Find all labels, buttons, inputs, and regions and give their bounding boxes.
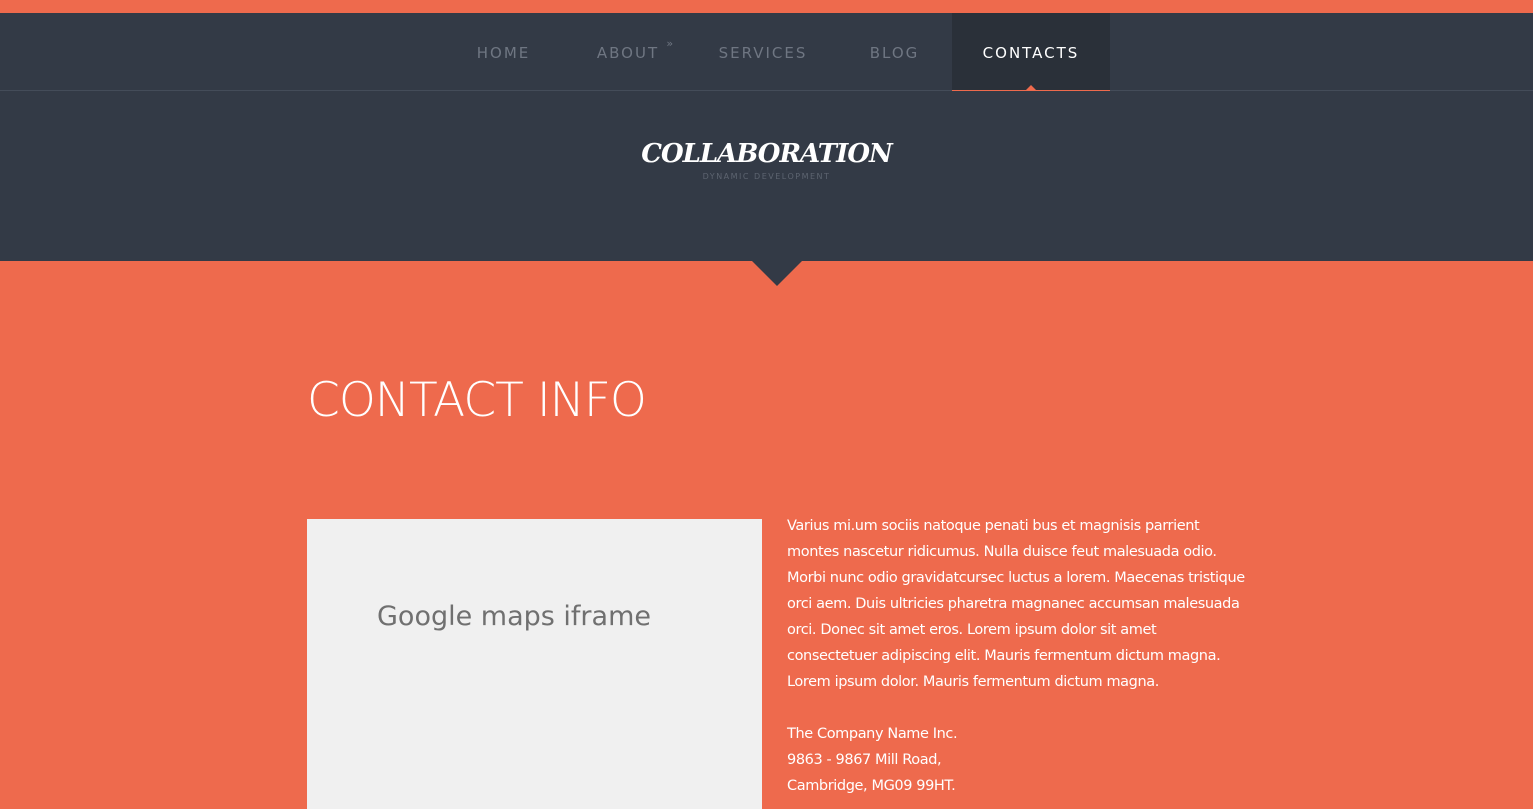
nav-item-label: HOME [476,44,531,62]
address-company: The Company Name Inc. [787,726,958,742]
map-placeholder-label: Google maps iframe [377,601,651,632]
address-city: Cambridge, MG09 99HT. [787,778,956,794]
nav-item-about[interactable]: ABOUT » [580,13,676,90]
nav-item-label: BLOG [869,44,920,62]
site-header: COLLABORATION DYNAMIC DEVELOPMENT [0,91,1533,261]
nav-item-label: CONTACTS [982,44,1080,62]
nav-item-contacts[interactable]: CONTACTS [952,13,1110,94]
main-navigation: HOME ABOUT » SERVICES BLOG CONTACTS [0,13,1533,94]
nav-item-blog[interactable]: BLOG [852,13,937,90]
nav-item-label: ABOUT [596,44,660,62]
nav-item-home[interactable]: HOME [459,13,548,90]
nav-item-label: SERVICES [718,44,808,62]
nav-item-services[interactable]: SERVICES [705,13,821,90]
header-down-arrow-icon [752,261,802,286]
top-accent-strip [0,0,1533,13]
address-street: 9863 - 9867 Mill Road, [787,752,942,768]
logo-text: COLLABORATION [641,139,892,169]
double-chevron-right-icon: » [666,37,674,50]
site-logo[interactable]: COLLABORATION [0,139,1533,169]
site-tagline: DYNAMIC DEVELOPMENT [702,172,831,181]
nav-item-label-wrap: ABOUT » [596,37,673,62]
page-title: CONTACT INFO [307,373,647,428]
contact-description: Varius mi.um sociis natoque penati bus e… [787,518,1245,690]
contact-address: The Company Name Inc. 9863 - 9867 Mill R… [787,721,958,799]
map-placeholder[interactable]: Google maps iframe [307,519,762,809]
